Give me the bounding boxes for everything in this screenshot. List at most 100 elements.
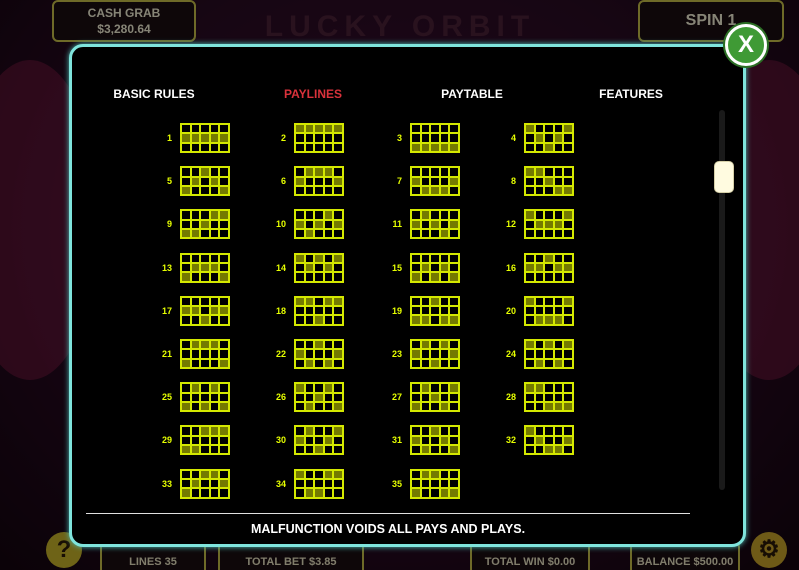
tab-features[interactable]: FEATURES bbox=[599, 87, 663, 101]
scrollbar-thumb[interactable] bbox=[714, 161, 734, 193]
payline-cell-active bbox=[209, 210, 220, 220]
payline-number: 18 bbox=[275, 305, 286, 316]
payline-cell bbox=[534, 426, 545, 436]
payline-cell bbox=[219, 469, 229, 479]
payline-cell bbox=[304, 478, 315, 489]
payline-cell bbox=[534, 445, 545, 455]
payline-cell bbox=[553, 306, 564, 316]
payline-cell-active bbox=[525, 426, 535, 436]
payline-cell bbox=[411, 383, 421, 393]
payline-cell bbox=[219, 383, 229, 393]
payline-cell bbox=[333, 358, 343, 368]
payline-cell-active bbox=[295, 296, 305, 307]
payline-cell-active bbox=[411, 176, 421, 186]
payline-number: 6 bbox=[280, 176, 286, 187]
payline-cell bbox=[190, 488, 201, 498]
payline-number: 35 bbox=[391, 478, 402, 489]
payline-cell bbox=[525, 392, 535, 402]
payline-cell bbox=[190, 124, 201, 134]
payline-cell bbox=[430, 488, 440, 498]
payline-cell bbox=[333, 392, 343, 402]
payline-cell bbox=[449, 133, 459, 143]
payline-pattern bbox=[524, 209, 574, 240]
payline-pattern bbox=[294, 382, 344, 413]
payline-cell bbox=[314, 426, 324, 436]
payline-cell-active bbox=[190, 176, 201, 186]
payline-cell bbox=[209, 349, 220, 359]
payline-cell bbox=[304, 185, 315, 196]
payline-cell bbox=[323, 349, 334, 359]
payline-cell bbox=[449, 210, 459, 220]
payline-cell bbox=[295, 340, 305, 350]
payline-cell bbox=[295, 142, 305, 152]
payline-number: 30 bbox=[275, 435, 286, 446]
payline-number: 20 bbox=[505, 305, 516, 316]
payline-cell-active bbox=[439, 340, 450, 350]
payline-cell bbox=[181, 478, 191, 489]
payline-cell-active bbox=[314, 488, 324, 498]
payline-cell bbox=[449, 306, 459, 316]
payline-cell bbox=[525, 445, 535, 455]
info-modal: BASIC RULES PAYLINES PAYTABLE FEATURES 1… bbox=[69, 44, 746, 547]
payline-pattern bbox=[180, 425, 230, 456]
payline-cell-active bbox=[304, 426, 315, 436]
payline-cell-active bbox=[439, 435, 450, 446]
payline-cell bbox=[411, 296, 421, 307]
payline-number: 12 bbox=[505, 219, 516, 230]
payline-number: 24 bbox=[505, 349, 516, 359]
payline-cell bbox=[219, 340, 229, 350]
payline-cell bbox=[449, 478, 459, 489]
payline-cell-active bbox=[200, 133, 210, 143]
payline-pattern bbox=[410, 339, 460, 369]
payline-cell bbox=[430, 445, 440, 455]
payline-cell bbox=[333, 142, 343, 152]
footer-divider bbox=[86, 513, 690, 514]
payline-cell bbox=[314, 185, 324, 196]
payline-cell bbox=[314, 469, 324, 479]
payline-cell bbox=[304, 253, 315, 263]
payline-cell bbox=[323, 133, 334, 143]
payline-cell bbox=[563, 272, 573, 282]
payline-12: 12 bbox=[466, 209, 636, 241]
payline-cell bbox=[323, 426, 334, 436]
payline-8: 8 bbox=[466, 166, 636, 198]
payline-cell bbox=[553, 340, 564, 350]
payline-cell bbox=[295, 306, 305, 316]
payline-cell bbox=[534, 296, 545, 307]
payline-cell-active bbox=[200, 315, 210, 325]
tab-paytable[interactable]: PAYTABLE bbox=[441, 87, 503, 101]
tab-basic-rules[interactable]: BASIC RULES bbox=[113, 87, 194, 101]
payline-cell bbox=[304, 272, 315, 282]
payline-cell-active bbox=[200, 340, 210, 350]
payline-cell bbox=[219, 167, 229, 177]
payline-cell-active bbox=[209, 340, 220, 350]
payline-cell bbox=[525, 229, 535, 239]
payline-35: 35 bbox=[352, 468, 522, 501]
payline-cell bbox=[420, 478, 431, 489]
payline-cell-active bbox=[209, 133, 220, 143]
close-button[interactable]: X bbox=[725, 24, 767, 66]
payline-pattern bbox=[410, 209, 460, 240]
payline-cell bbox=[411, 133, 421, 143]
payline-cell bbox=[420, 435, 431, 446]
info-tabs: BASIC RULES PAYLINES PAYTABLE FEATURES bbox=[72, 87, 712, 107]
payline-cell bbox=[534, 401, 545, 412]
payline-cell bbox=[525, 133, 535, 143]
payline-cell-active bbox=[314, 219, 324, 230]
payline-cell-active bbox=[553, 185, 564, 196]
payline-cell bbox=[219, 124, 229, 134]
payline-cell bbox=[534, 124, 545, 134]
payline-cell bbox=[190, 469, 201, 479]
payline-cell-active bbox=[430, 185, 440, 196]
payline-cell bbox=[295, 229, 305, 239]
payline-cell bbox=[439, 133, 450, 143]
payline-cell bbox=[411, 306, 421, 316]
payline-cell bbox=[411, 229, 421, 239]
payline-cell bbox=[190, 401, 201, 412]
payline-cell bbox=[534, 210, 545, 220]
tab-paylines[interactable]: PAYLINES bbox=[284, 87, 342, 101]
payline-number: 15 bbox=[391, 262, 402, 273]
payline-cell-active bbox=[534, 262, 545, 273]
payline-cell bbox=[544, 426, 554, 436]
payline-cell bbox=[200, 383, 210, 393]
